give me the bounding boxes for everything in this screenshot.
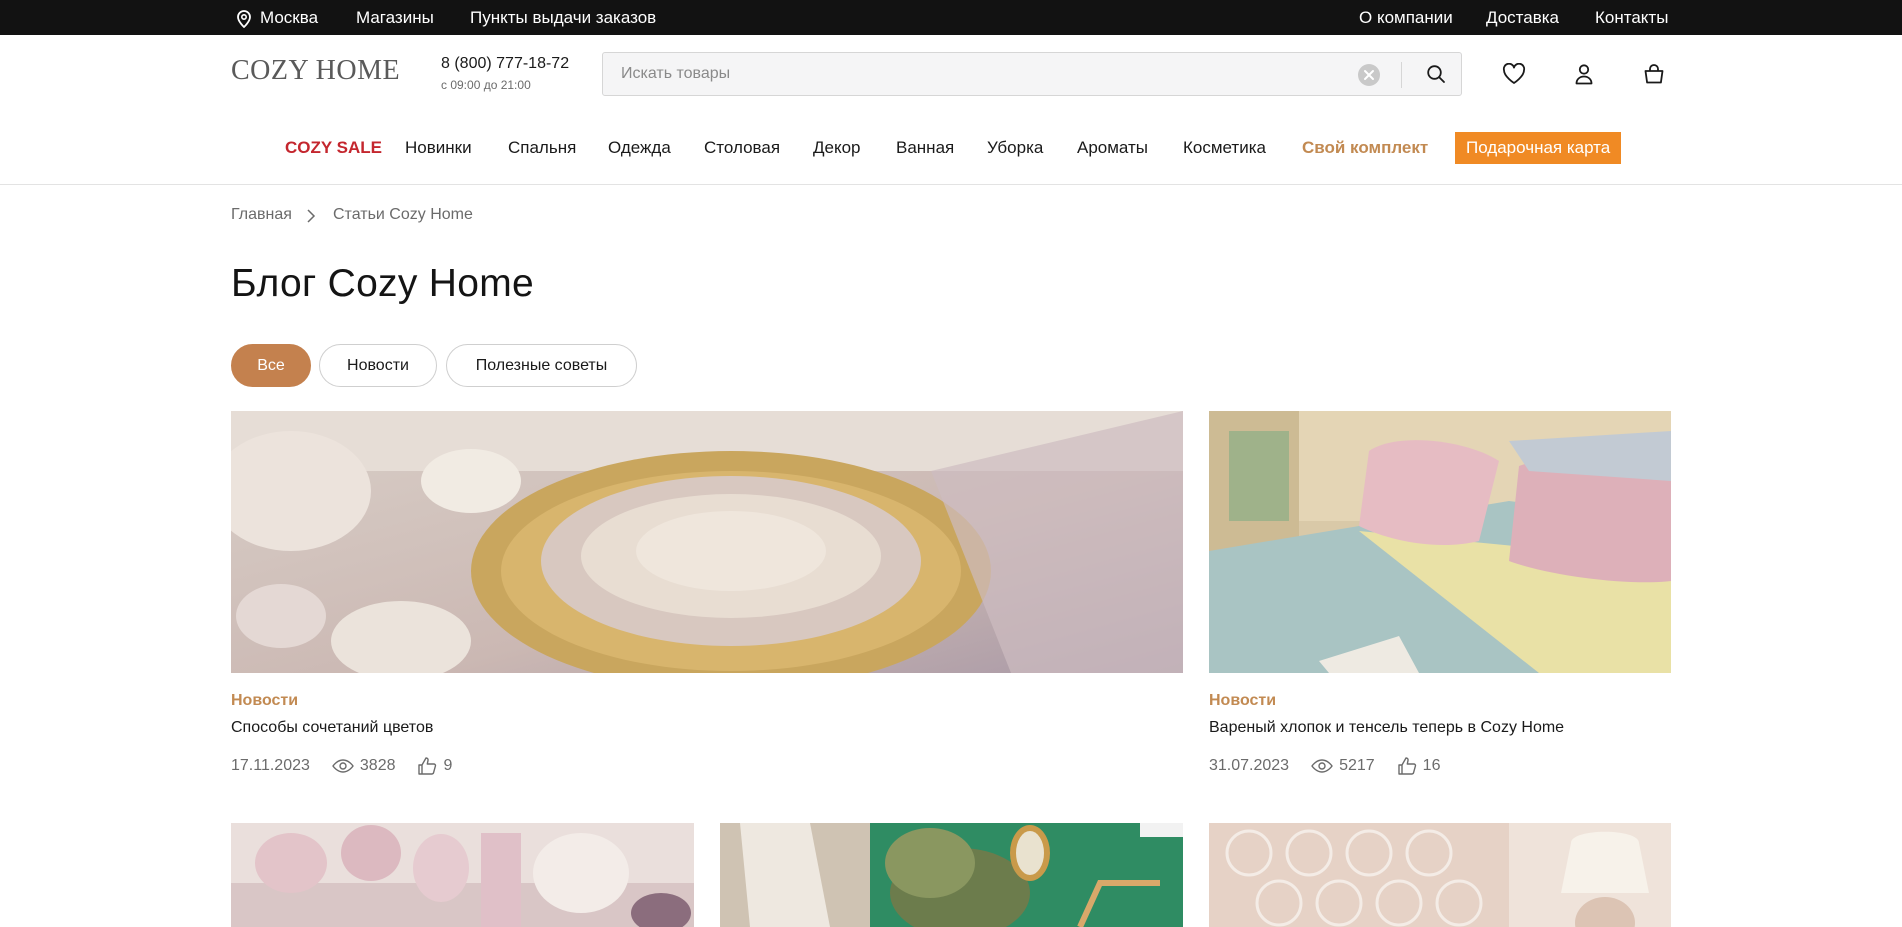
nav-item-new[interactable]: Новинки bbox=[405, 132, 472, 164]
article-likes[interactable]: 16 bbox=[1397, 756, 1441, 776]
breadcrumb-current: Статьи Cozy Home bbox=[333, 206, 473, 223]
article-image[interactable] bbox=[1209, 823, 1671, 927]
nav-item-clothes[interactable]: Одежда bbox=[608, 132, 671, 164]
article-photo-glassware bbox=[231, 823, 694, 927]
likes-count: 16 bbox=[1422, 757, 1441, 774]
nav-item-dining[interactable]: Столовая bbox=[704, 132, 780, 164]
article-photo-bedding bbox=[1209, 411, 1671, 673]
phone-number[interactable]: 8 (800) 777-18-72 bbox=[441, 55, 569, 73]
search-icon bbox=[1427, 65, 1445, 83]
article-category[interactable]: Новости bbox=[1209, 692, 1276, 710]
breadcrumb-home[interactable]: Главная bbox=[231, 206, 292, 224]
search-divider bbox=[1401, 62, 1402, 88]
chevron-right-icon bbox=[307, 209, 316, 223]
city-label: Москва bbox=[260, 8, 319, 27]
account-button[interactable] bbox=[1570, 60, 1598, 88]
stores-link[interactable]: Магазины bbox=[356, 0, 434, 35]
eye-icon bbox=[1311, 759, 1333, 773]
article-photo-tableware bbox=[231, 411, 1183, 673]
delivery-link[interactable]: Доставка bbox=[1486, 0, 1559, 35]
article-meta: 17.11.2023 3828 9 bbox=[231, 756, 474, 776]
article-date: 31.07.2023 bbox=[1209, 757, 1290, 774]
nav-item-cleaning[interactable]: Уборка bbox=[987, 132, 1043, 164]
article-views: 5217 bbox=[1311, 757, 1375, 775]
article-date: 17.11.2023 bbox=[231, 757, 310, 774]
about-link[interactable]: О компании bbox=[1359, 0, 1453, 35]
working-hours: с 09:00 до 21:00 bbox=[441, 78, 531, 92]
bag-icon bbox=[1644, 64, 1664, 84]
nav-item-cosmetics[interactable]: Косметика bbox=[1183, 132, 1266, 164]
wishlist-button[interactable] bbox=[1500, 60, 1528, 88]
nav-divider bbox=[0, 184, 1902, 185]
nav-item-decor[interactable]: Декор bbox=[813, 132, 861, 164]
thumb-up-icon bbox=[418, 757, 437, 775]
article-image[interactable] bbox=[1209, 411, 1671, 673]
city-selector[interactable]: Москва bbox=[236, 0, 318, 35]
nav-item-gift-card[interactable]: Подарочная карта bbox=[1455, 132, 1622, 164]
heart-icon bbox=[1502, 63, 1526, 84]
article-likes[interactable]: 9 bbox=[417, 756, 452, 776]
views-count: 5217 bbox=[1339, 757, 1375, 774]
article-image[interactable] bbox=[720, 823, 1183, 927]
clear-search-button[interactable] bbox=[1358, 64, 1380, 86]
main-nav: COZY SALE Новинки Спальня Одежда Столова… bbox=[0, 132, 1902, 164]
clear-icon bbox=[1364, 70, 1374, 80]
article-meta: 31.07.2023 5217 16 bbox=[1209, 756, 1462, 776]
page-title: Блог Cozy Home bbox=[231, 262, 535, 305]
nav-item-custom-kit[interactable]: Свой комплект bbox=[1302, 132, 1428, 164]
search-button[interactable] bbox=[1411, 53, 1461, 95]
article-photo-lamp bbox=[1209, 823, 1671, 927]
article-category[interactable]: Новости bbox=[231, 692, 298, 710]
user-icon bbox=[1575, 64, 1593, 85]
likes-count: 9 bbox=[443, 757, 453, 774]
contacts-link[interactable]: Контакты bbox=[1595, 0, 1668, 35]
search-input[interactable] bbox=[621, 53, 1321, 95]
article-image[interactable] bbox=[231, 411, 1183, 673]
nav-item-aromas[interactable]: Ароматы bbox=[1077, 132, 1148, 164]
article-title[interactable]: Вареный хлопок и тенсель теперь в Cozy H… bbox=[1209, 719, 1564, 737]
logo[interactable]: COZY HOME bbox=[231, 55, 400, 87]
filter-useful-tips[interactable]: Полезные советы bbox=[446, 344, 637, 387]
article-title[interactable]: Способы сочетаний цветов bbox=[231, 719, 433, 737]
nav-item-sale[interactable]: COZY SALE bbox=[285, 132, 382, 164]
location-pin-icon bbox=[237, 9, 251, 28]
eye-icon bbox=[332, 759, 354, 773]
thumb-up-icon bbox=[1397, 757, 1416, 775]
filter-news[interactable]: Новости bbox=[319, 344, 437, 387]
nav-item-bedroom[interactable]: Спальня bbox=[508, 132, 576, 164]
article-views: 3828 bbox=[332, 757, 396, 775]
pickup-points-link[interactable]: Пункты выдачи заказов bbox=[470, 0, 656, 35]
top-bar: Москва Магазины Пункты выдачи заказов О … bbox=[0, 0, 1902, 35]
search-box bbox=[602, 52, 1462, 96]
cart-button[interactable] bbox=[1640, 60, 1668, 88]
nav-item-bath[interactable]: Ванная bbox=[896, 132, 954, 164]
article-photo-interior bbox=[720, 823, 1183, 927]
filter-all[interactable]: Все bbox=[231, 344, 311, 387]
article-image[interactable] bbox=[231, 823, 694, 927]
views-count: 3828 bbox=[359, 757, 396, 774]
